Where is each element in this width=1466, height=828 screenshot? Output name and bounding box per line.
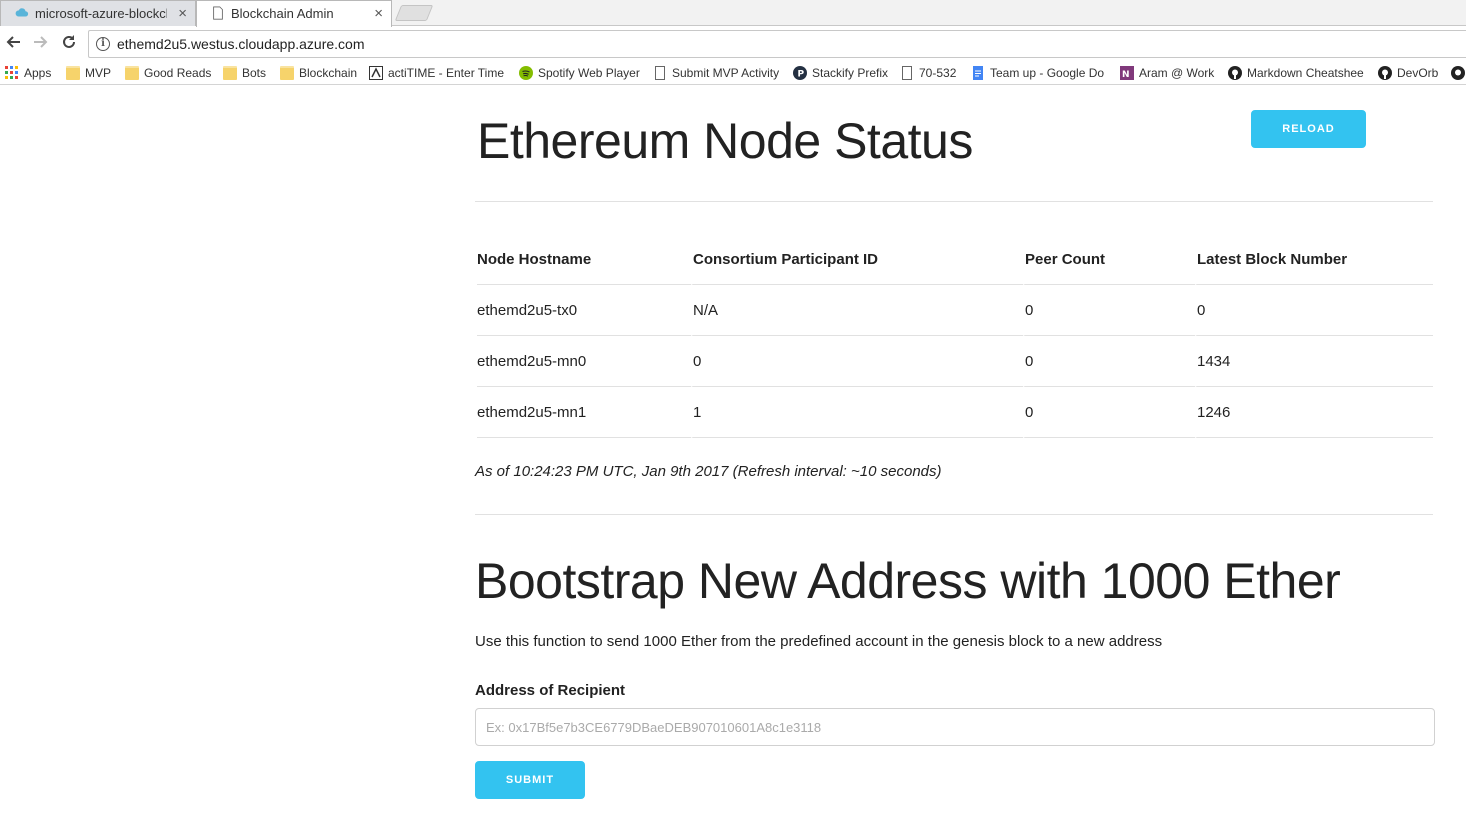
bookmark-spotify[interactable]: Spotify Web Player: [519, 64, 640, 82]
bookmark-label: Apps: [24, 66, 52, 80]
github-icon: [1378, 66, 1392, 80]
bookmark-label: DevOrb: [1397, 66, 1439, 80]
bookmark-aram-work[interactable]: N Aram @ Work: [1120, 64, 1214, 82]
bookmark-devorb[interactable]: DevOrb: [1378, 64, 1438, 82]
close-icon[interactable]: ×: [374, 1, 383, 26]
github-icon: [1228, 66, 1242, 80]
bookmark-label: actiTIME - Enter Time: [388, 66, 505, 80]
node-hostname: ethemd2u5-mn0: [477, 336, 691, 387]
folder-icon: [223, 66, 237, 80]
github-icon: [1451, 66, 1465, 80]
refresh-timestamp: As of 10:24:23 PM UTC, Jan 9th 2017 (Ref…: [475, 463, 942, 480]
page-icon: [213, 6, 223, 20]
participant-id: 0: [691, 336, 1023, 387]
bookmark-label: 70-532: [919, 66, 957, 80]
table-row: ethemd2u5-tx0 N/A 0 0: [477, 285, 1433, 336]
tab-title: Blockchain Admin: [231, 6, 334, 21]
url-text[interactable]: ethemd2u5.westus.cloudapp.azure.com: [117, 36, 364, 52]
reload-button[interactable]: Reload: [1251, 110, 1366, 148]
bookmark-label: MVP: [85, 66, 112, 80]
reload-icon[interactable]: [59, 33, 79, 53]
table-header-row: Node Hostname Consortium Participant ID …: [477, 234, 1433, 285]
table-row: ethemd2u5-mn0 0 0 1434: [477, 336, 1433, 387]
folder-icon: [66, 66, 80, 80]
apps-grid-icon: [5, 66, 18, 79]
forward-arrow-icon[interactable]: [31, 33, 51, 53]
column-header: Consortium Participant ID: [691, 234, 1023, 285]
node-status-table: Node Hostname Consortium Participant ID …: [477, 234, 1433, 438]
participant-id: N/A: [691, 285, 1023, 336]
bookmark-good-reads[interactable]: Good Reads: [125, 64, 211, 82]
column-header: Node Hostname: [477, 234, 691, 285]
column-header: Latest Block Number: [1195, 234, 1433, 285]
bookmark-label: Blockchain: [299, 66, 358, 80]
close-icon[interactable]: ×: [178, 1, 187, 26]
bookmark-actitime[interactable]: actiTIME - Enter Time: [369, 64, 505, 82]
bookmark-label: Markdown Cheatshee: [1247, 66, 1364, 80]
latest-block: 1246: [1195, 387, 1433, 438]
column-header: Peer Count: [1023, 234, 1195, 285]
bookmark-mvp[interactable]: MVP: [66, 64, 111, 82]
svg-text:N: N: [1122, 70, 1130, 80]
table-row: ethemd2u5-mn1 1 0 1246: [477, 387, 1433, 438]
bookmark-team-up[interactable]: Team up - Google Do: [971, 64, 1107, 82]
node-hostname: ethemd2u5-tx0: [477, 285, 691, 336]
folder-icon: [280, 66, 294, 80]
bookmark-markdown[interactable]: Markdown Cheatshee: [1228, 64, 1366, 82]
google-docs-icon: [973, 66, 983, 80]
latest-block: 1434: [1195, 336, 1433, 387]
info-icon[interactable]: i: [96, 37, 110, 51]
actitime-icon: [369, 66, 383, 80]
divider: [475, 201, 1433, 202]
tab-strip: microsoft-azure-blockch × Blockchain Adm…: [0, 0, 1466, 27]
submit-button[interactable]: Submit: [475, 761, 585, 799]
bookmark-bots[interactable]: Bots: [223, 64, 266, 82]
peer-count: 0: [1023, 336, 1195, 387]
onenote-icon: N: [1120, 66, 1134, 80]
bookmark-label: Good Reads: [144, 66, 212, 80]
participant-id: 1: [691, 387, 1023, 438]
cloud-icon: [15, 8, 29, 17]
tab-azure[interactable]: microsoft-azure-blockch ×: [0, 0, 196, 26]
bookmark-apps[interactable]: Apps: [5, 64, 51, 82]
node-status-title: Ethereum Node Status: [477, 113, 973, 169]
bookmark-label: Team up - Google Do: [990, 66, 1105, 80]
bookmark-stackify[interactable]: P Stackify Prefix: [793, 64, 888, 82]
svg-text:P: P: [798, 70, 805, 80]
recipient-address-label: Address of Recipient: [475, 682, 626, 699]
page-icon: [902, 66, 912, 80]
bookmark-70-532[interactable]: 70-532: [900, 64, 956, 82]
latest-block: 0: [1195, 285, 1433, 336]
folder-icon: [125, 66, 139, 80]
bookmark-label: Aram @ Work: [1139, 66, 1215, 80]
peer-count: 0: [1023, 285, 1195, 336]
divider: [475, 514, 1433, 515]
bookmark-label: Bots: [242, 66, 267, 80]
spotify-icon: [519, 66, 533, 80]
bookmark-overflow[interactable]: [1451, 64, 1465, 82]
back-arrow-icon[interactable]: [3, 33, 23, 53]
tab-title: microsoft-azure-blockch: [35, 6, 167, 21]
bookmark-blockchain[interactable]: Blockchain: [280, 64, 357, 82]
address-bar[interactable]: i ethemd2u5.westus.cloudapp.azure.com: [88, 30, 1466, 58]
bookmark-submit-mvp[interactable]: Submit MVP Activity: [653, 64, 779, 82]
recipient-address-input[interactable]: [475, 708, 1435, 746]
bookmarks-bar: Apps MVP Good Reads Bots Blockchain acti…: [0, 61, 1466, 85]
node-hostname: ethemd2u5-mn1: [477, 387, 691, 438]
page-icon: [655, 66, 665, 80]
bookmark-label: Spotify Web Player: [538, 66, 640, 80]
new-tab-button[interactable]: [394, 5, 434, 21]
bootstrap-title: Bootstrap New Address with 1000 Ether: [475, 553, 1341, 609]
browser-toolbar: i ethemd2u5.westus.cloudapp.azure.com: [0, 27, 1466, 61]
tab-blockchain-admin[interactable]: Blockchain Admin ×: [196, 0, 392, 27]
bootstrap-description: Use this function to send 1000 Ether fro…: [475, 633, 1163, 650]
stackify-icon: P: [793, 66, 807, 80]
bookmark-label: Stackify Prefix: [812, 66, 889, 80]
peer-count: 0: [1023, 387, 1195, 438]
bookmark-label: Submit MVP Activity: [672, 66, 780, 80]
